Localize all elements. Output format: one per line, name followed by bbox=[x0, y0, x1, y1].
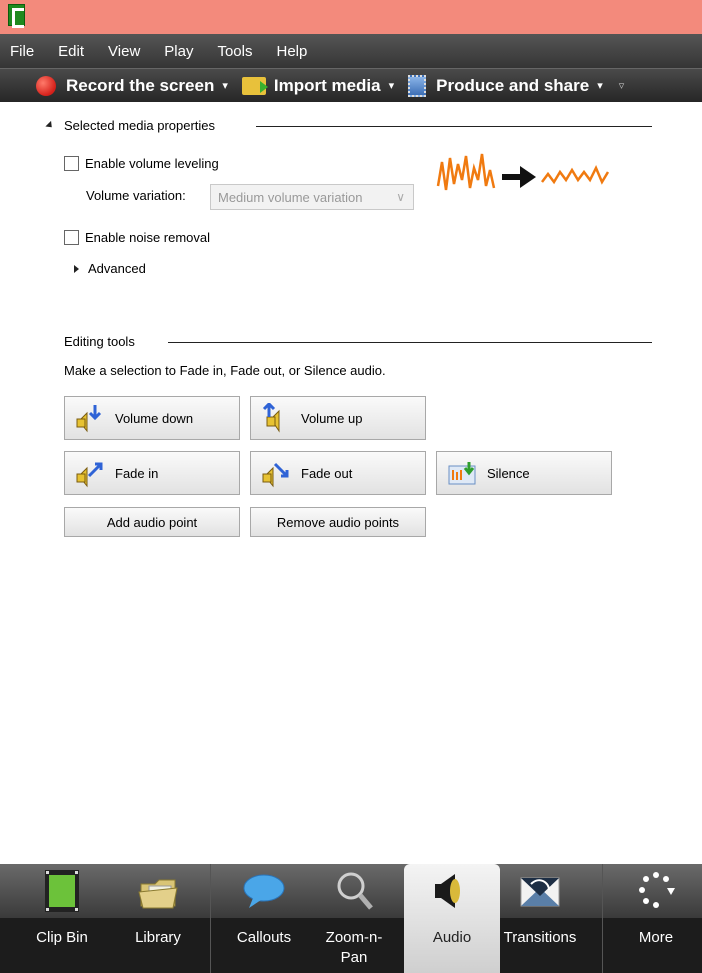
fade-in-label: Fade in bbox=[115, 465, 159, 481]
title-bar bbox=[0, 0, 702, 34]
properties-section-header[interactable]: Selected media properties bbox=[45, 118, 216, 133]
silence-label: Silence bbox=[487, 465, 530, 481]
menu-help[interactable]: Help bbox=[277, 43, 308, 60]
record-icon bbox=[36, 75, 56, 96]
expand-triangle-icon bbox=[74, 264, 79, 273]
record-label: Record the screen bbox=[66, 75, 215, 95]
volume-variation-value: Medium volume variation bbox=[218, 189, 363, 205]
add-audio-point-label: Add audio point bbox=[106, 514, 198, 530]
editing-tools-header: Editing tools bbox=[64, 334, 135, 349]
import-folder-icon bbox=[241, 76, 268, 95]
advanced-expander[interactable]: Advanced bbox=[74, 261, 146, 276]
menu-tools[interactable]: Tools bbox=[217, 43, 252, 60]
tab-label: Clip Bin bbox=[36, 929, 88, 946]
menu-edit[interactable]: Edit bbox=[58, 43, 84, 60]
editing-tools-title: Editing tools bbox=[64, 334, 135, 349]
tab-more[interactable]: More bbox=[610, 864, 702, 973]
magnifier-icon bbox=[337, 872, 373, 910]
tab-label: Audio bbox=[432, 929, 472, 946]
checkbox-box[interactable] bbox=[64, 156, 79, 171]
library-folder-icon bbox=[138, 879, 178, 909]
produce-share-button[interactable]: Produce and share ▾ bbox=[408, 74, 603, 97]
menu-play[interactable]: Play bbox=[164, 43, 193, 60]
bottom-tab-bar: Clip Bin Library Callouts Zoom-n- Pan Au… bbox=[0, 864, 702, 973]
record-screen-button[interactable]: Record the screen ▾ bbox=[36, 75, 228, 96]
volume-variation-select[interactable]: Medium volume variation ∨ bbox=[210, 184, 414, 210]
properties-title: Selected media properties bbox=[64, 118, 216, 133]
menu-file[interactable]: File bbox=[10, 43, 34, 60]
volume-down-button[interactable]: Volume down bbox=[64, 396, 240, 440]
volume-down-icon bbox=[76, 405, 102, 433]
fade-in-icon bbox=[76, 462, 103, 488]
fade-out-icon bbox=[262, 462, 289, 488]
section-divider bbox=[168, 342, 652, 343]
volume-up-icon bbox=[262, 403, 280, 433]
advanced-label: Advanced bbox=[88, 261, 146, 276]
collapse-triangle-icon bbox=[45, 120, 55, 131]
produce-film-icon bbox=[408, 74, 427, 97]
menu-bar: File Edit View Play Tools Help bbox=[0, 34, 702, 68]
volume-leveling-waveform-icon bbox=[436, 153, 610, 191]
volume-up-button[interactable]: Volume up bbox=[250, 396, 426, 440]
tab-label: Transitions bbox=[503, 929, 577, 946]
noise-removal-label: Enable noise removal bbox=[85, 230, 211, 245]
silence-button[interactable]: Silence bbox=[436, 451, 612, 495]
volume-up-label: Volume up bbox=[301, 410, 363, 426]
transitions-icon bbox=[520, 877, 560, 907]
produce-label: Produce and share bbox=[436, 75, 590, 95]
volume-leveling-label: Enable volume leveling bbox=[85, 156, 219, 171]
volume-leveling-checkbox[interactable]: Enable volume leveling bbox=[64, 156, 219, 171]
section-divider bbox=[256, 126, 652, 127]
tab-callouts[interactable]: Callouts bbox=[216, 864, 312, 973]
chevron-down-icon: ▾ bbox=[222, 80, 228, 92]
tab-library[interactable]: Library bbox=[110, 864, 206, 973]
tab-clip-bin[interactable]: Clip Bin bbox=[14, 864, 110, 973]
noise-removal-checkbox[interactable]: Enable noise removal bbox=[64, 230, 210, 245]
toolbar-overflow-icon[interactable]: ▿ bbox=[619, 79, 625, 92]
chevron-down-icon: ▾ bbox=[388, 80, 395, 92]
fade-out-label: Fade out bbox=[301, 465, 353, 481]
silence-icon bbox=[448, 462, 476, 485]
tab-label: Zoom-n- Pan bbox=[325, 929, 383, 966]
tab-transitions[interactable]: Transitions bbox=[492, 864, 588, 973]
fade-in-button[interactable]: Fade in bbox=[64, 451, 240, 495]
tab-zoom-n-pan[interactable]: Zoom-n- Pan bbox=[306, 864, 402, 973]
remove-audio-points-label: Remove audio points bbox=[276, 514, 400, 530]
chevron-down-icon: ▾ bbox=[597, 80, 603, 92]
clip-bin-film-icon bbox=[45, 870, 79, 912]
volume-variation-label: Volume variation: bbox=[86, 188, 186, 203]
fade-out-button[interactable]: Fade out bbox=[250, 451, 426, 495]
checkbox-box[interactable] bbox=[64, 230, 79, 245]
speaker-icon bbox=[435, 874, 460, 908]
tab-label: Callouts bbox=[236, 929, 292, 946]
menu-view[interactable]: View bbox=[108, 43, 140, 60]
import-media-button[interactable]: Import media ▾ bbox=[241, 75, 395, 96]
tab-label: Library bbox=[135, 929, 181, 946]
import-label: Import media bbox=[273, 75, 381, 95]
remove-audio-points-button[interactable]: Remove audio points bbox=[250, 507, 426, 537]
add-audio-point-button[interactable]: Add audio point bbox=[64, 507, 240, 537]
tab-label: More bbox=[638, 929, 674, 946]
callout-bubble-icon bbox=[243, 874, 285, 908]
volume-down-label: Volume down bbox=[115, 410, 194, 426]
chevron-down-icon: ∨ bbox=[396, 190, 405, 204]
app-logo-icon[interactable] bbox=[8, 4, 25, 28]
tab-audio[interactable]: Audio bbox=[404, 864, 500, 973]
more-dots-icon bbox=[639, 872, 675, 908]
editing-help-text: Make a selection to Fade in, Fade out, o… bbox=[64, 363, 386, 378]
main-toolbar: Record the screen ▾ Import media ▾ Produ… bbox=[0, 68, 702, 102]
